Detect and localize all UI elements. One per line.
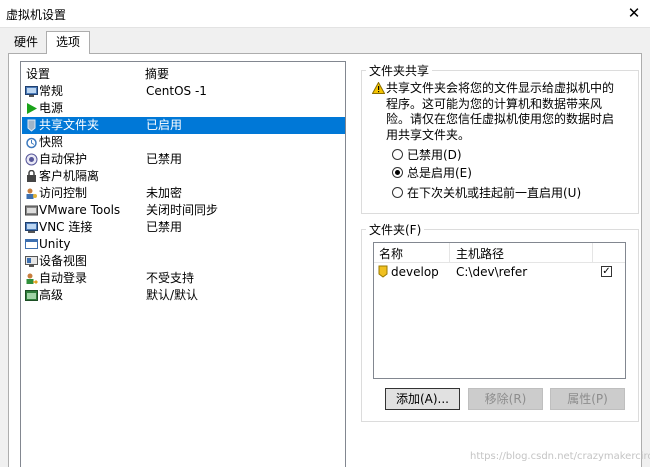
advanced-icon: [25, 290, 38, 301]
folder-name: develop: [391, 265, 439, 279]
settings-item-summary: 不受支持: [146, 271, 195, 285]
radio-label: 总是启用(E): [407, 166, 472, 180]
access-control-icon: [26, 188, 37, 199]
add-folder-button[interactable]: 添加(A)...: [385, 388, 460, 410]
settings-item-autologin[interactable]: 自动登录 不受支持: [22, 270, 345, 287]
remove-folder-button[interactable]: 移除(R): [468, 388, 543, 410]
column-header-host-path[interactable]: 主机路径: [456, 245, 504, 262]
folder-host-path: C:\dev\refer: [456, 265, 528, 279]
folder-properties-button[interactable]: 属性(P): [550, 388, 625, 410]
column-header-setting[interactable]: 设置: [26, 65, 50, 82]
settings-item-advanced[interactable]: 高级 默认/默认: [22, 287, 345, 304]
isolation-icon: [27, 170, 36, 182]
settings-item-name: 自动保护: [39, 152, 88, 166]
window-title: 虚拟机设置: [6, 8, 67, 22]
warning-text: 共享文件夹会将您的文件显示给虚拟机中的程序。这可能为您的计算机和数据带来风险。请…: [386, 81, 615, 142]
folder-sharing-group: 共享文件夹会将您的文件显示给虚拟机中的程序。这可能为您的计算机和数据带来风险。请…: [361, 70, 639, 214]
column-header-summary[interactable]: 摘要: [145, 65, 169, 82]
general-icon: [25, 86, 38, 97]
folder-row[interactable]: develop C:\dev\refer ✓: [374, 263, 625, 281]
close-button[interactable]: ✕: [622, 2, 646, 24]
radio-label: 已禁用(D): [407, 148, 462, 162]
settings-item-name: VNC 连接: [39, 220, 93, 234]
settings-item-access-control[interactable]: 访问控制 未加密: [22, 185, 345, 202]
settings-item-name: 电源: [39, 101, 64, 115]
folder-sharing-title: 文件夹共享: [366, 62, 433, 79]
folders-title: 文件夹(F): [366, 221, 425, 238]
settings-item-name: 高级: [39, 288, 64, 302]
radio-button[interactable]: [392, 187, 403, 198]
settings-item-guest-isolation[interactable]: 客户机隔离: [22, 168, 345, 185]
settings-item-summary: 已禁用: [146, 220, 183, 234]
settings-item-name: 访问控制: [39, 186, 88, 200]
settings-item-name: VMware Tools: [39, 203, 121, 217]
settings-item-vmware-tools[interactable]: VMware Tools 关闭时间同步: [22, 202, 345, 219]
settings-item-name: 自动登录: [39, 271, 88, 285]
settings-item-vnc[interactable]: VNC 连接 已禁用: [22, 219, 345, 236]
radio-label: 在下次关机或挂起前一直启用(U): [407, 186, 582, 200]
column-divider[interactable]: [592, 243, 593, 262]
folder-enabled-checkbox[interactable]: ✓: [601, 266, 612, 277]
autoprotect-icon: [25, 153, 38, 166]
tab-hardware[interactable]: 硬件: [9, 32, 43, 52]
title-bar: 虚拟机设置 ✕: [0, 0, 650, 28]
settings-item-autoprotect[interactable]: 自动保护 已禁用: [22, 151, 345, 168]
settings-item-snapshots[interactable]: 快照: [22, 134, 345, 151]
settings-item-name: 设备视图: [39, 254, 88, 268]
settings-item-shared-folders[interactable]: 共享文件夹 已启用: [22, 117, 345, 134]
settings-item-name: 常规: [39, 84, 64, 98]
tab-options[interactable]: 选项: [46, 31, 91, 54]
settings-list[interactable]: 设置 摘要 常规 CentOS -1 电源 共享文件夹 已启用 快照 自动保护 …: [20, 61, 346, 467]
list-header: 设置 摘要: [21, 65, 345, 81]
power-icon: [27, 103, 37, 114]
settings-item-name: Unity: [39, 237, 71, 251]
radio-button[interactable]: [392, 167, 403, 178]
settings-item-name: 客户机隔离: [39, 169, 100, 183]
settings-item-unity[interactable]: Unity: [22, 236, 345, 253]
settings-item-device-view[interactable]: 设备视图: [22, 253, 345, 270]
column-header-name[interactable]: 名称: [379, 245, 403, 262]
settings-item-summary: 已启用: [146, 118, 183, 132]
settings-item-general[interactable]: 常规 CentOS -1: [22, 83, 345, 100]
settings-item-summary: 默认/默认: [146, 288, 199, 302]
folders-table-header: 名称 主机路径: [374, 243, 625, 263]
settings-item-summary: 已禁用: [146, 152, 183, 166]
shared-folder-icon: [27, 119, 36, 132]
unity-icon: [25, 239, 38, 249]
autologin-icon: [26, 273, 38, 285]
settings-item-power[interactable]: 电源: [22, 100, 345, 117]
settings-item-name: 共享文件夹: [39, 118, 100, 132]
snapshot-icon: [26, 137, 37, 149]
watermark-text: https://blog.csdn.net/crazymakercircle: [470, 451, 650, 462]
vmware-tools-icon: [25, 205, 38, 216]
radio-button[interactable]: [392, 149, 403, 160]
shared-folder-icon: [378, 265, 388, 278]
warning-icon: [372, 82, 385, 94]
column-divider[interactable]: [449, 243, 450, 262]
settings-item-summary: 关闭时间同步: [146, 203, 219, 217]
vnc-icon: [25, 222, 38, 233]
settings-item-summary: 未加密: [146, 186, 183, 200]
device-view-icon: [25, 256, 38, 267]
folders-table[interactable]: 名称 主机路径 develop C:\dev\refer ✓: [373, 242, 626, 379]
settings-item-name: 快照: [39, 135, 64, 149]
settings-item-summary: CentOS -1: [146, 84, 207, 98]
